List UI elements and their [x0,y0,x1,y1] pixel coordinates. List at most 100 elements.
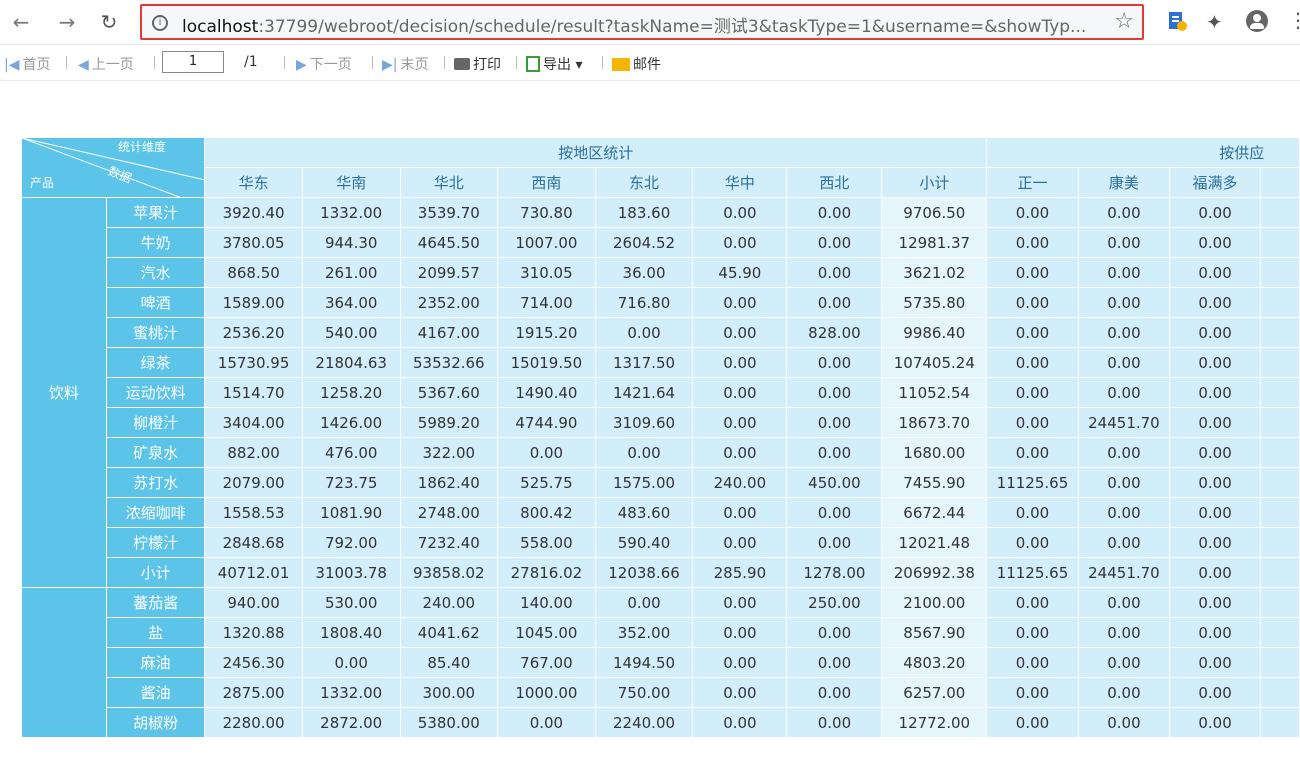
value-cell: 27816.02 [497,557,596,588]
value-cell: 1045.00 [497,617,596,648]
value-cell-overflow [1259,497,1300,528]
product-name-cell: 苏打水 [105,467,206,498]
last-page-button[interactable]: ▶| 末页 [382,54,428,74]
extensions-area: ✦ ⋮ [1160,4,1300,40]
value-cell: 1589.00 [204,287,303,318]
value-cell: 310.05 [497,257,596,288]
extension-document-icon[interactable] [1166,10,1188,32]
export-button[interactable]: 导出 ▾ [526,54,582,74]
column-header: 西南 [497,167,596,198]
value-cell: 4803.20 [881,647,988,678]
value-cell: 0.00 [1077,467,1171,498]
value-cell: 3621.02 [881,257,988,288]
value-cell: 868.50 [204,257,303,288]
value-cell-overflow [1259,527,1300,558]
value-cell: 1494.50 [594,647,694,678]
value-cell: 7455.90 [881,467,988,498]
report-table: 统计维度 数据 产品 按地区统计 按供应 华东 华南 华北 西南 东北 华中 西北 小计 正一康… [20,137,1300,738]
table-row: 啤酒 1589.00 364.00 2352.00 714.00 716.80 0.00 0.… [22,287,1300,318]
value-cell: 0.00 [986,707,1079,738]
column-header: 西北 [786,167,883,198]
back-arrow-icon[interactable]: ← [8,9,34,35]
value-cell: 1007.00 [497,227,596,258]
value-cell: 364.00 [301,287,401,318]
value-cell: 716.80 [594,287,694,318]
first-page-label: 首页 [22,57,51,73]
value-cell: 0.00 [301,647,401,678]
value-cell: 6257.00 [881,677,988,708]
value-cell: 0.00 [692,527,788,558]
value-cell-overflow [1259,587,1300,618]
value-cell: 0.00 [692,227,788,258]
export-label: 导出 [543,57,571,73]
value-cell: 2240.00 [594,707,694,738]
value-cell: 0.00 [1169,617,1261,648]
value-cell: 525.75 [497,467,596,498]
profile-avatar-icon[interactable] [1246,10,1268,32]
info-icon[interactable]: i [152,15,168,31]
value-cell: 12038.66 [594,557,694,588]
value-cell: 0.00 [692,437,788,468]
table-row: 浓缩咖啡 1558.53 1081.90 2748.00 800.42 483.60 0.0… [22,497,1300,528]
value-cell: 0.00 [1169,677,1261,708]
value-cell: 0.00 [1169,497,1261,528]
value-cell-overflow [1259,437,1300,468]
reload-icon[interactable]: ↻ [96,9,122,35]
value-cell: 1332.00 [301,197,401,228]
bookmark-star-icon[interactable]: ☆ [1114,9,1134,34]
value-cell: 4744.90 [497,407,596,438]
print-button[interactable]: 打印 [454,54,501,74]
value-cell: 0.00 [986,407,1079,438]
product-name-cell: 柳橙汁 [105,407,206,438]
corner-dimension-label: 统计维度 [118,140,167,154]
table-row: 牛奶 3780.05 944.30 4645.50 1007.00 2604.52 0.00… [22,227,1300,258]
value-cell: 0.00 [1169,197,1261,228]
value-cell: 0.00 [1169,317,1261,348]
url-text[interactable]: localhost:37799/webroot/decision/schedul… [182,12,1102,37]
category-cell [21,587,107,738]
product-name-cell: 胡椒粉 [105,707,206,738]
table-row: 饮料 苹果汁 3920.40 1332.00 3539.70 730.80 183.60 0.… [21,197,1300,588]
url-path: :37799/webroot/decision/schedule/result?… [258,17,1087,37]
value-cell: 0.00 [1077,647,1171,678]
value-cell: 0.00 [1077,587,1171,618]
value-cell: 0.00 [786,677,883,708]
product-name-cell: 啤酒 [105,287,206,318]
next-page-button[interactable]: ▶ 下一页 [296,54,352,74]
value-cell: 0.00 [692,287,788,318]
value-cell-overflow [1259,287,1300,318]
address-bar[interactable]: i localhost:37799/webroot/decision/sched… [140,4,1144,40]
table-row: 柳橙汁 3404.00 1426.00 5989.20 4744.90 3109.60 0.… [22,407,1300,438]
value-cell: 828.00 [786,317,883,348]
more-menu-icon[interactable]: ⋮ [1288,8,1300,32]
value-cell-overflow [1259,677,1300,708]
value-cell: 240.00 [399,587,499,618]
value-cell: 0.00 [986,227,1079,258]
value-cell: 1514.70 [204,377,303,408]
toolbar-divider [154,56,155,69]
printer-icon [454,58,470,70]
value-cell: 0.00 [986,617,1079,648]
forward-arrow-icon[interactable]: → [54,9,80,35]
toolbar-divider [516,56,517,69]
table-row: 蜜桃汁 2536.20 540.00 4167.00 1915.20 0.00 0.00 82… [22,317,1300,348]
value-cell: 40712.01 [204,557,303,588]
last-page-icon: ▶| [382,57,398,73]
page-number-input[interactable]: 1 [162,51,224,73]
value-cell: 0.00 [1077,617,1171,648]
value-cell: 0.00 [692,617,788,648]
value-cell: 0.00 [692,497,788,528]
puzzle-icon[interactable]: ✦ [1206,10,1223,34]
value-cell: 0.00 [986,347,1079,378]
value-cell-overflow [1259,557,1300,588]
prev-page-button[interactable]: ◀ 上一页 [78,54,134,74]
value-cell: 0.00 [1077,527,1171,558]
value-cell: 0.00 [786,527,883,558]
value-cell: 8567.90 [881,617,988,648]
value-cell: 0.00 [1077,707,1171,738]
mail-button[interactable]: 邮件 [612,54,661,74]
value-cell-overflow [1259,257,1300,288]
value-cell: 540.00 [301,317,401,348]
value-cell: 18673.70 [881,407,988,438]
first-page-button[interactable]: |◀ 首页 [4,54,50,74]
